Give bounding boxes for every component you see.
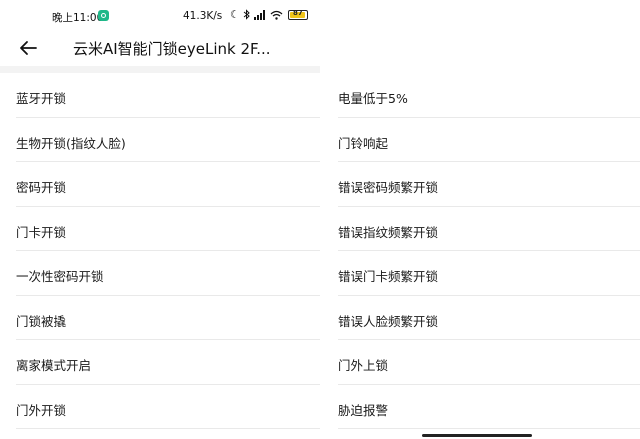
list-item-label: 胁迫报警 [338,402,389,418]
list-item-label: 门卡开锁 [16,224,67,240]
list-item-label: 门锁被撬 [16,313,67,329]
signal-icon [253,9,265,20]
list-item[interactable]: 电量低于5% [320,73,640,118]
back-arrow-icon[interactable] [16,36,40,60]
divider [16,428,320,429]
list-item-label: 离家模式开启 [16,358,92,373]
right-panel: 电量低于5% 门铃响起 错误密码频繁开锁 错误指纹频繁开锁 错误门卡频繁开锁 错… [320,0,640,439]
app-notification-icon [98,10,109,21]
home-indicator[interactable] [422,434,532,437]
list-item[interactable]: 错误密码频繁开锁 [320,162,640,207]
list-item[interactable]: 门锁被撬 [0,296,320,340]
list-item[interactable]: 门卡开锁 [0,207,320,251]
list-item[interactable]: 门外上锁 [320,340,640,385]
list-item-label: 门铃响起 [338,135,389,151]
list-item-label: 门外开锁 [16,402,67,418]
page-title: 云米AI智能门锁eyeLink 2F... [73,40,271,58]
status-time: 晚上11:00 [52,12,104,24]
list-item-label: 电量低于5% [338,91,408,106]
list-item-label: 蓝牙开锁 [16,91,67,106]
left-panel: 晚上11:00 41.3K/s ☾ 87 云米AI智能门锁eyeLink 2F.… [0,0,320,439]
list-item[interactable]: 离家模式开启 [0,340,320,385]
divider [338,428,640,429]
list-item[interactable]: 错误人脸频繁开锁 [320,296,640,340]
status-bar: 晚上11:00 41.3K/s ☾ 87 [0,0,320,34]
battery-level: 87 [293,8,303,17]
section-divider [0,66,320,73]
list-item-label: 一次性密码开锁 [16,269,104,284]
list-item[interactable]: 蓝牙开锁 [0,73,320,118]
list-item[interactable]: 错误门卡频繁开锁 [320,251,640,296]
battery-icon: 87 [287,8,308,20]
list-item[interactable]: 密码开锁 [0,162,320,207]
list-item[interactable]: 错误指纹频繁开锁 [320,207,640,251]
list-item-label: 错误密码频繁开锁 [338,180,439,195]
list-item[interactable]: 生物开锁(指纹人脸) [0,118,320,162]
list-item-label: 错误门卡频繁开锁 [338,269,439,284]
wifi-icon [270,10,283,20]
header: 云米AI智能门锁eyeLink 2F... [0,34,320,64]
list-item-label: 错误人脸频繁开锁 [338,313,439,329]
moon-icon: ☾ [230,8,240,21]
network-speed: 41.3K/s [183,10,223,22]
list-item[interactable]: 门外开锁 [0,385,320,429]
list-item-label: 密码开锁 [16,180,67,195]
notification-list-right: 电量低于5% 门铃响起 错误密码频繁开锁 错误指纹频繁开锁 错误门卡频繁开锁 错… [320,73,640,429]
list-item-label: 错误指纹频繁开锁 [338,224,439,240]
list-item[interactable]: 门铃响起 [320,118,640,162]
list-item[interactable]: 一次性密码开锁 [0,251,320,296]
list-item[interactable]: 胁迫报警 [320,385,640,429]
bluetooth-icon [243,9,250,20]
list-item-label: 生物开锁(指纹人脸) [16,135,126,151]
notification-list-left: 蓝牙开锁 生物开锁(指纹人脸) 密码开锁 门卡开锁 一次性密码开锁 门锁被撬 离… [0,73,320,429]
list-item-label: 门外上锁 [338,358,389,373]
status-icons: ☾ 87 [230,8,308,21]
